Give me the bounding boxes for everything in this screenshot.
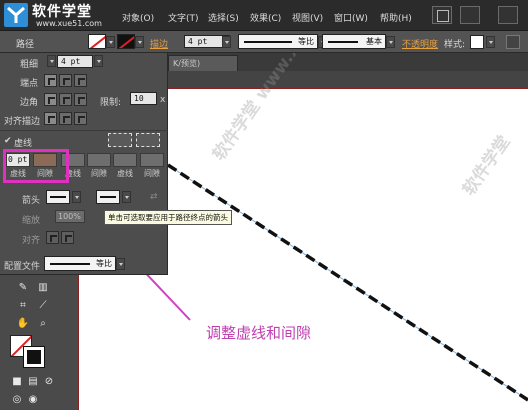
menu-effect[interactable]: 效果(C)	[250, 11, 281, 24]
menu-help[interactable]: 帮助(H)	[380, 11, 412, 24]
align-center-button[interactable]	[44, 112, 57, 125]
eyedropper-tool-icon[interactable]: ⟋	[36, 299, 50, 313]
pasteboard	[168, 71, 528, 88]
bridge-icon[interactable]	[432, 6, 452, 24]
scale-label: 缩放	[22, 216, 41, 226]
preserve-dash-button[interactable]	[108, 133, 132, 147]
cap-label: 端点	[20, 79, 39, 89]
end-arrowhead-dropdown[interactable]	[122, 191, 131, 203]
profile-dropdown-arrow[interactable]	[116, 258, 125, 270]
align-inside-button[interactable]	[59, 112, 72, 125]
projecting-cap-button[interactable]	[74, 74, 87, 87]
slice-tool-icon[interactable]: ⌗	[16, 299, 30, 313]
dashed-checkbox[interactable]: ✔	[4, 136, 12, 146]
chart-tool-icon[interactable]: ▥	[36, 281, 50, 295]
fill-dropdown[interactable]	[106, 36, 115, 48]
weight-dropdown[interactable]	[94, 55, 103, 67]
align-arrow-label: 对齐	[22, 236, 41, 246]
dash-3-field[interactable]	[113, 153, 137, 167]
stroke-swatch[interactable]	[117, 34, 135, 49]
workspace-icon[interactable]	[498, 6, 518, 24]
opacity-link[interactable]: 不透明度	[402, 37, 438, 50]
end-arrowhead-select[interactable]	[96, 190, 120, 204]
document-tab[interactable]: K/预览)	[168, 55, 238, 71]
gap-2-label: 间隙	[91, 169, 107, 178]
gap-3-field[interactable]	[140, 153, 164, 167]
swap-arrowhead-icon[interactable]: ⇄	[150, 192, 158, 202]
annotation-text: 调整虚线和间隙	[206, 324, 312, 342]
arrow-align-end-button[interactable]	[61, 231, 74, 244]
color-mode-icon[interactable]: ■	[10, 375, 24, 389]
brand-title: 软件学堂	[32, 4, 92, 20]
hand-tool-icon[interactable]: ✋	[16, 317, 30, 331]
menu-select[interactable]: 选择(S)	[208, 11, 239, 24]
butt-cap-button[interactable]	[44, 74, 57, 87]
round-join-button[interactable]	[59, 93, 72, 106]
stroke-panel: 粗细 4 pt 端点 边角 限制: 10 x 对齐描边 ✔ 虚线 0 pt 虚线…	[0, 53, 168, 275]
scale-field[interactable]: 100%	[55, 210, 85, 223]
menu-window[interactable]: 窗口(W)	[334, 11, 368, 24]
gradient-mode-icon[interactable]: ▤	[26, 375, 40, 389]
start-arrowhead-select[interactable]	[46, 190, 70, 204]
zoom-tool-icon[interactable]: ⌕	[36, 317, 50, 331]
divider	[0, 130, 168, 131]
start-arrowhead-dropdown[interactable]	[72, 191, 81, 203]
brand-logo-icon	[4, 3, 28, 27]
profile-label: 配置文件	[4, 262, 41, 272]
dashed-label: 虚线	[14, 139, 33, 149]
profile-select[interactable]: 等比	[44, 256, 116, 271]
menu-object[interactable]: 对象(O)	[122, 11, 154, 24]
gap-2-field[interactable]	[87, 153, 111, 167]
control-bar: 路径 描边 4 pt 等比 基本 不透明度 样式:	[0, 31, 528, 53]
limit-unit: x	[160, 95, 166, 105]
weight-field[interactable]: 4 pt	[57, 55, 93, 68]
dash-3-label: 虚线	[117, 169, 133, 178]
miter-join-button[interactable]	[44, 93, 57, 106]
style-dropdown[interactable]	[486, 36, 495, 48]
arrowhead-label: 箭头	[22, 196, 41, 206]
tools-panel: ✎ ▥ ⌗ ⟋ ✋ ⌕ ■ ▤ ⊘ ◎ ◉	[0, 275, 78, 410]
fill-swatch[interactable]	[88, 34, 106, 49]
gap-3-label: 间隙	[144, 169, 160, 178]
weight-stepper[interactable]	[47, 55, 56, 67]
dash-gap-highlight	[3, 149, 69, 183]
document-setup-icon[interactable]	[506, 35, 520, 49]
paintbrush-tool-icon[interactable]: ✎	[16, 281, 30, 295]
bevel-join-button[interactable]	[74, 93, 87, 106]
round-cap-button[interactable]	[59, 74, 72, 87]
menu-view[interactable]: 视图(V)	[292, 11, 323, 24]
draw-normal-icon[interactable]: ◎	[10, 393, 24, 407]
arrange-docs-icon[interactable]	[460, 6, 480, 24]
variable-width-profile[interactable]: 等比	[238, 34, 318, 49]
align-dash-button[interactable]	[136, 133, 160, 147]
brush-definition[interactable]: 基本	[322, 34, 386, 49]
limit-field[interactable]: 10	[130, 92, 157, 105]
limit-label: 限制:	[100, 98, 122, 108]
corner-label: 边角	[20, 98, 39, 108]
brush-dropdown[interactable]	[386, 36, 395, 48]
stroke-weight-dropdown[interactable]	[222, 36, 231, 48]
arrow-align-tip-button[interactable]	[46, 231, 59, 244]
app-window: K/预览) 软件学堂 www.xue51.com 软件学堂 软件学堂 www.x…	[0, 0, 528, 410]
stroke-panel-link[interactable]: 描边	[150, 37, 168, 50]
align-outside-button[interactable]	[74, 112, 87, 125]
graphic-style-swatch[interactable]	[470, 35, 484, 49]
align-stroke-label: 对齐描边	[4, 117, 41, 127]
stroke-dropdown[interactable]	[135, 36, 144, 48]
draw-behind-icon[interactable]: ◉	[26, 393, 40, 407]
stroke-color-icon[interactable]	[23, 346, 45, 368]
weight-label: 粗细	[20, 60, 39, 70]
menu-bar: 软件学堂 www.xue51.com 对象(O) 文字(T) 选择(S) 效果(…	[0, 0, 528, 31]
menu-type[interactable]: 文字(T)	[168, 11, 199, 24]
style-label: 样式:	[444, 40, 466, 50]
path-label: 路径	[16, 40, 35, 50]
none-mode-icon[interactable]: ⊘	[42, 375, 56, 389]
brand-url: www.xue51.com	[36, 19, 102, 28]
arrowhead-tooltip: 单击可选取要应用于路径终点的箭头	[104, 210, 232, 225]
